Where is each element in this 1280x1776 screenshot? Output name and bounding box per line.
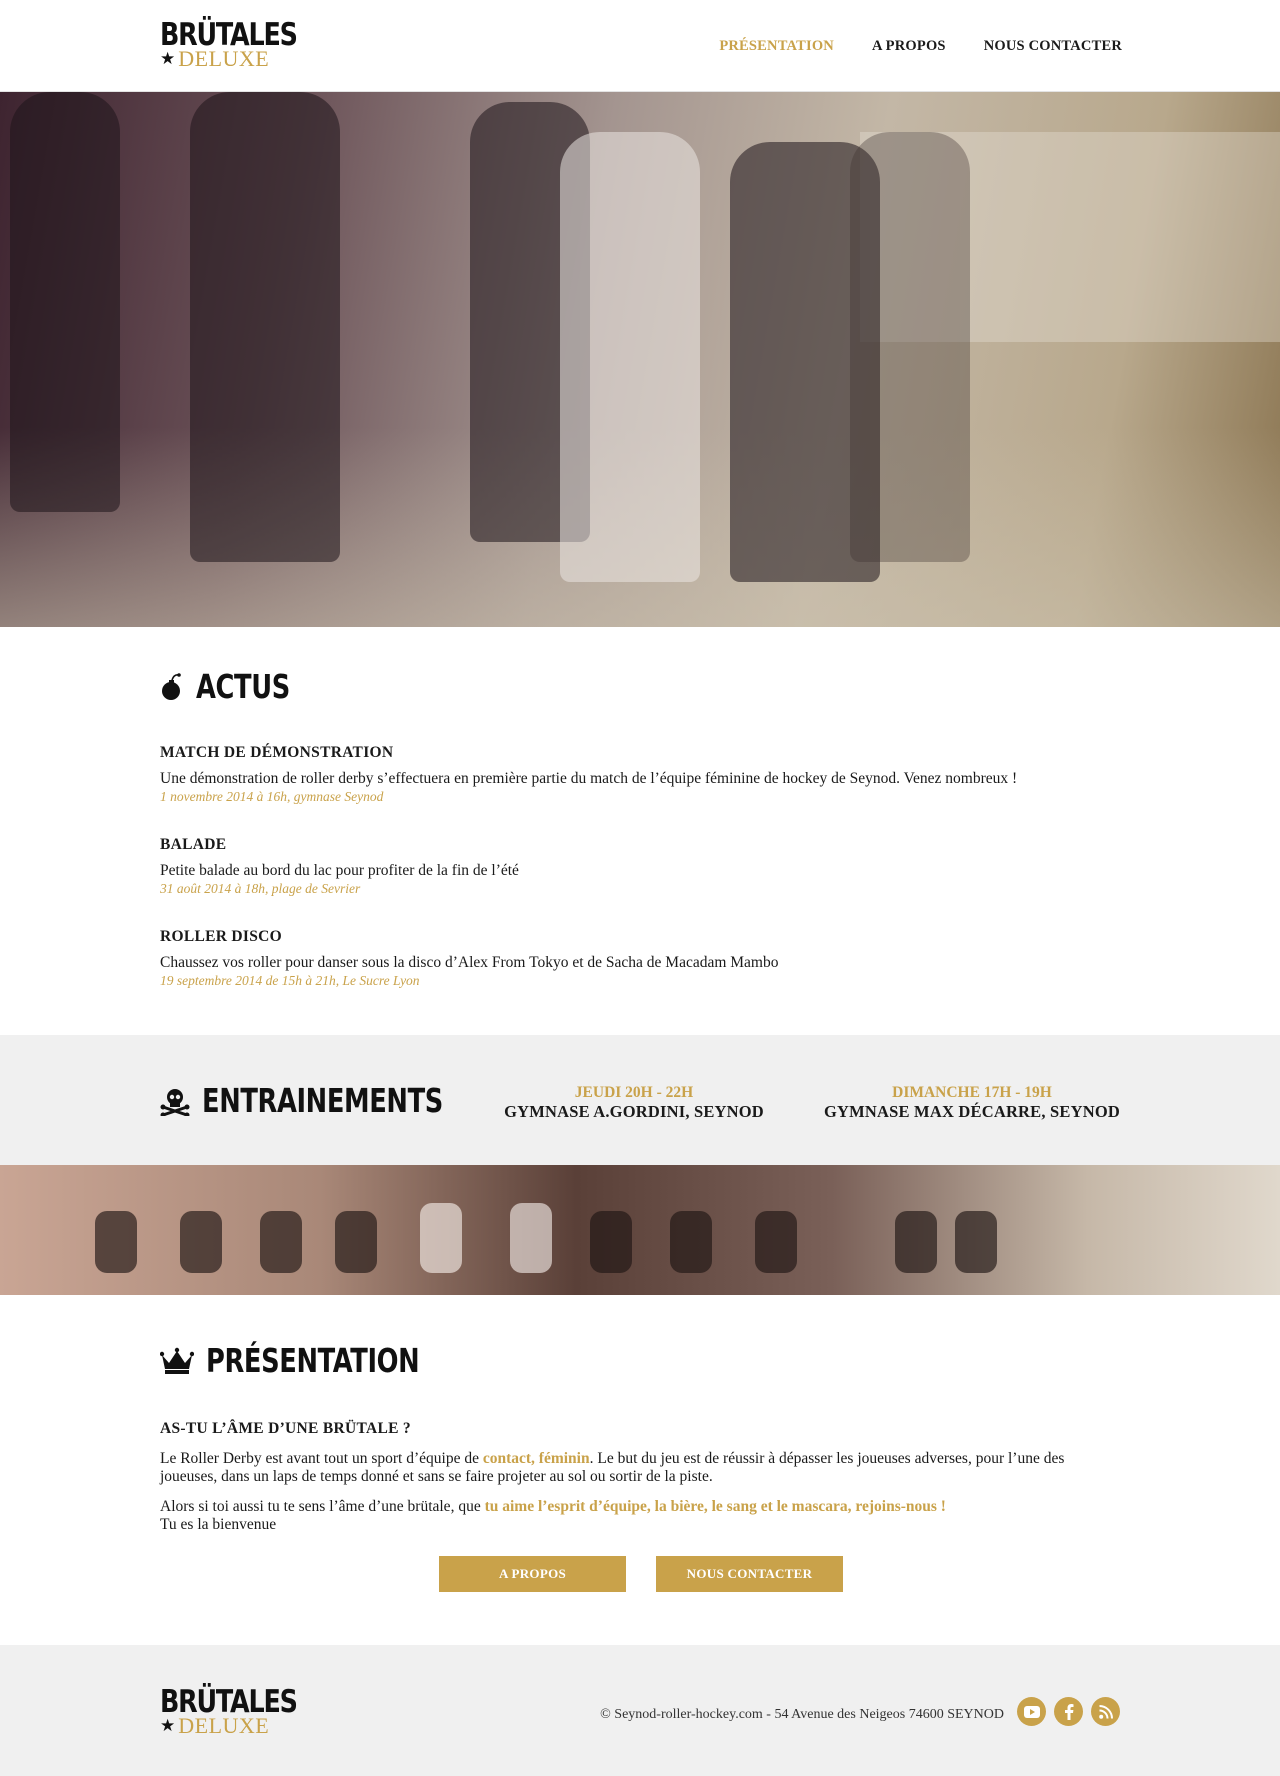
news-desc: Petite balade au bord du lac pour profit… bbox=[160, 862, 519, 879]
presentation-paragraph-1: Le Roller Derby est avant tout un sport … bbox=[160, 1450, 1065, 1485]
nav-a-propos[interactable]: A PROPOS bbox=[872, 38, 946, 55]
news-list: MATCH DE DÉMONSTRATION Une démonstration… bbox=[160, 744, 1122, 990]
crown-icon bbox=[160, 1346, 194, 1376]
skull-icon bbox=[160, 1086, 190, 1116]
actus-title: ACTUS bbox=[196, 667, 290, 706]
news-item: MATCH DE DÉMONSTRATION Une démonstration… bbox=[160, 744, 1122, 806]
presentation-title: PRÉSENTATION bbox=[206, 1341, 420, 1380]
training-when: DIMANCHE 17H - 19H bbox=[892, 1084, 1052, 1101]
news-desc: Une démonstration de roller derby s’effe… bbox=[160, 770, 1018, 787]
main-nav: PRÉSENTATION A PROPOS NOUS CONTACTER bbox=[719, 38, 1122, 55]
news-title: BALADE bbox=[160, 836, 227, 853]
social-links bbox=[1017, 1697, 1120, 1726]
actus-section: ACTUS MATCH DE DÉMONSTRATION Une démonst… bbox=[0, 627, 1280, 1035]
site-header: BRÜTALES ★ DELUXE PRÉSENTATION A PROPOS … bbox=[0, 0, 1280, 92]
news-meta: 1 novembre 2014 à 16h, gymnase Seynod bbox=[160, 789, 384, 804]
highlight-text: contact, féminin bbox=[482, 1450, 590, 1467]
facebook-icon[interactable] bbox=[1054, 1697, 1083, 1726]
a-propos-button[interactable]: A PROPOS bbox=[439, 1556, 626, 1592]
footer-logo[interactable]: BRÜTALES ★ DELUXE bbox=[160, 1684, 298, 1737]
nous-contacter-button[interactable]: NOUS CONTACTER bbox=[656, 1556, 843, 1592]
news-meta: 19 septembre 2014 de 15h à 21h, Le Sucre… bbox=[160, 973, 420, 988]
training-title: ENTRAINEMENTS bbox=[202, 1081, 443, 1120]
presentation-subtitle: AS-TU L’ÂME D’UNE BRÜTALE ? bbox=[160, 1420, 411, 1437]
nav-presentation[interactable]: PRÉSENTATION bbox=[719, 38, 834, 55]
logo-top-text: BRÜTALES bbox=[160, 17, 298, 53]
news-title: ROLLER DISCO bbox=[160, 928, 283, 945]
training-when: JEUDI 20H - 22H bbox=[574, 1084, 694, 1101]
rss-icon[interactable] bbox=[1091, 1697, 1120, 1726]
bomb-icon bbox=[160, 672, 184, 702]
training-section: ENTRAINEMENTS JEUDI 20H - 22H GYMNASE A.… bbox=[0, 1035, 1280, 1165]
news-desc: Chaussez vos roller pour danser sous la … bbox=[160, 954, 779, 971]
nav-nous-contacter[interactable]: NOUS CONTACTER bbox=[984, 38, 1122, 55]
highlight-text: tu aime l’esprit d’équipe, la bière, le … bbox=[484, 1498, 946, 1515]
news-item: BALADE Petite balade au bord du lac pour… bbox=[160, 836, 1122, 898]
hero-image bbox=[0, 92, 1280, 627]
news-title: MATCH DE DÉMONSTRATION bbox=[160, 744, 394, 761]
news-meta: 31 août 2014 à 18h, plage de Sevrier bbox=[160, 881, 361, 896]
logo-top-text: BRÜTALES bbox=[160, 1684, 298, 1720]
knees-banner-image bbox=[0, 1165, 1280, 1295]
training-where: GYMNASE A.GORDINI, SEYNOD bbox=[504, 1102, 764, 1121]
training-slot: DIMANCHE 17H - 19H GYMNASE MAX DÉCARRE, … bbox=[822, 1083, 1122, 1122]
presentation-buttons: A PROPOS NOUS CONTACTER bbox=[160, 1556, 1122, 1592]
training-where: GYMNASE MAX DÉCARRE, SEYNOD bbox=[824, 1102, 1120, 1121]
presentation-section: PRÉSENTATION AS-TU L’ÂME D’UNE BRÜTALE ?… bbox=[0, 1295, 1280, 1645]
youtube-icon[interactable] bbox=[1017, 1697, 1046, 1726]
news-item: ROLLER DISCO Chaussez vos roller pour da… bbox=[160, 928, 1122, 990]
presentation-paragraph-2: Alors si toi aussi tu te sens l’âme d’un… bbox=[160, 1498, 946, 1533]
site-footer: BRÜTALES ★ DELUXE © Seynod-roller-hockey… bbox=[0, 1645, 1280, 1776]
footer-copyright: © Seynod-roller-hockey.com - 54 Avenue d… bbox=[600, 1707, 1004, 1722]
training-slot: JEUDI 20H - 22H GYMNASE A.GORDINI, SEYNO… bbox=[484, 1083, 784, 1122]
site-logo[interactable]: BRÜTALES ★ DELUXE bbox=[160, 17, 298, 70]
